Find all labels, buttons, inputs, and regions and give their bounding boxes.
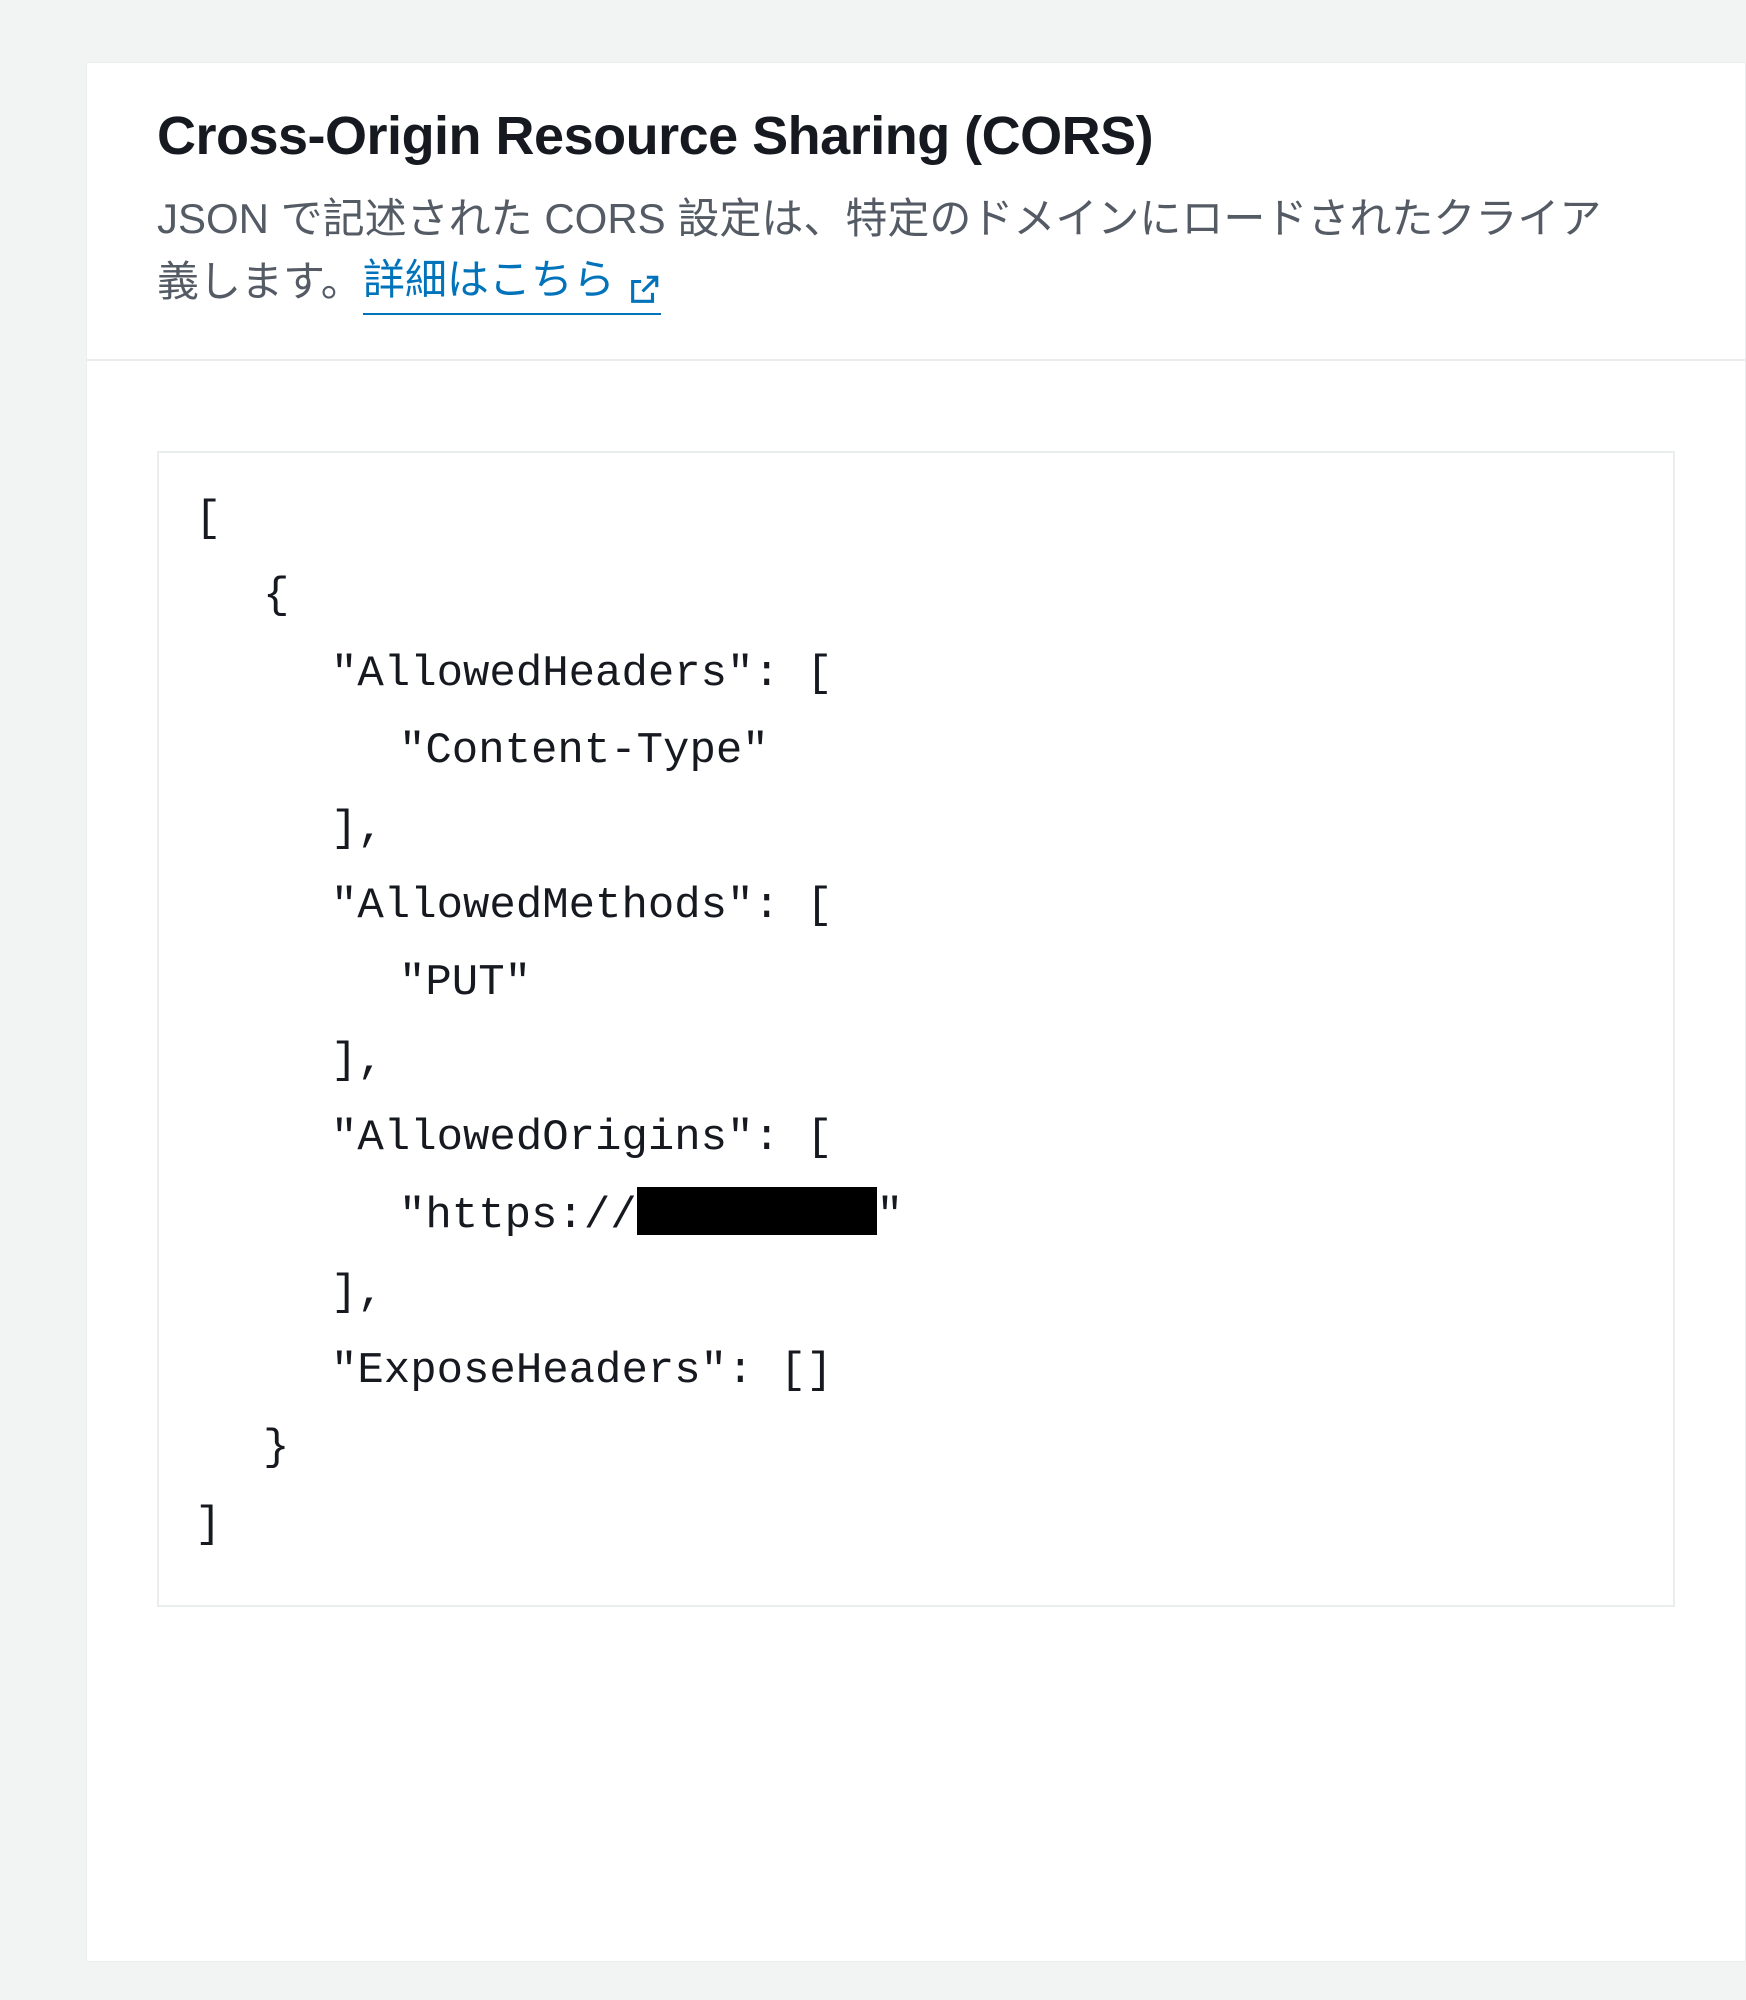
code-line: } <box>195 1410 1637 1487</box>
code-line: ] <box>195 1487 1637 1564</box>
code-line: "AllowedHeaders": [ <box>195 636 1637 713</box>
origin-suffix: " <box>877 1191 903 1241</box>
code-line: "https:// " <box>195 1178 1637 1255</box>
redacted-origin <box>637 1187 877 1235</box>
code-line: ], <box>195 1023 1637 1100</box>
panel-body: [{"AllowedHeaders": ["Content-Type"],"Al… <box>87 361 1745 1647</box>
panel-header: Cross-Origin Resource Sharing (CORS) JSO… <box>87 63 1745 361</box>
learn-more-link[interactable]: 詳細はこちら <box>363 250 661 315</box>
code-line: "Content-Type" <box>195 713 1637 790</box>
code-line: { <box>195 558 1637 635</box>
code-line: "PUT" <box>195 945 1637 1022</box>
code-line: ], <box>195 1255 1637 1332</box>
code-line: "AllowedOrigins": [ <box>195 1100 1637 1177</box>
cors-json-code: [{"AllowedHeaders": ["Content-Type"],"Al… <box>157 451 1675 1607</box>
cors-panel: Cross-Origin Resource Sharing (CORS) JSO… <box>86 62 1746 1962</box>
code-line: "ExposeHeaders": [] <box>195 1333 1637 1410</box>
panel-description: JSON で記述された CORS 設定は、特定のドメインにロードされたクライア … <box>157 189 1675 315</box>
desc-line2-prefix: 義します。 <box>157 252 363 313</box>
desc-line1: JSON で記述された CORS 設定は、特定のドメインにロードされたクライア <box>157 195 1601 242</box>
code-line: [ <box>195 481 1637 558</box>
learn-more-text: 詳細はこちら <box>363 250 615 311</box>
panel-title: Cross-Origin Resource Sharing (CORS) <box>157 105 1675 167</box>
external-link-icon <box>627 263 661 297</box>
origin-prefix: "https:// <box>399 1191 637 1241</box>
code-line: ], <box>195 791 1637 868</box>
code-line: "AllowedMethods": [ <box>195 868 1637 945</box>
